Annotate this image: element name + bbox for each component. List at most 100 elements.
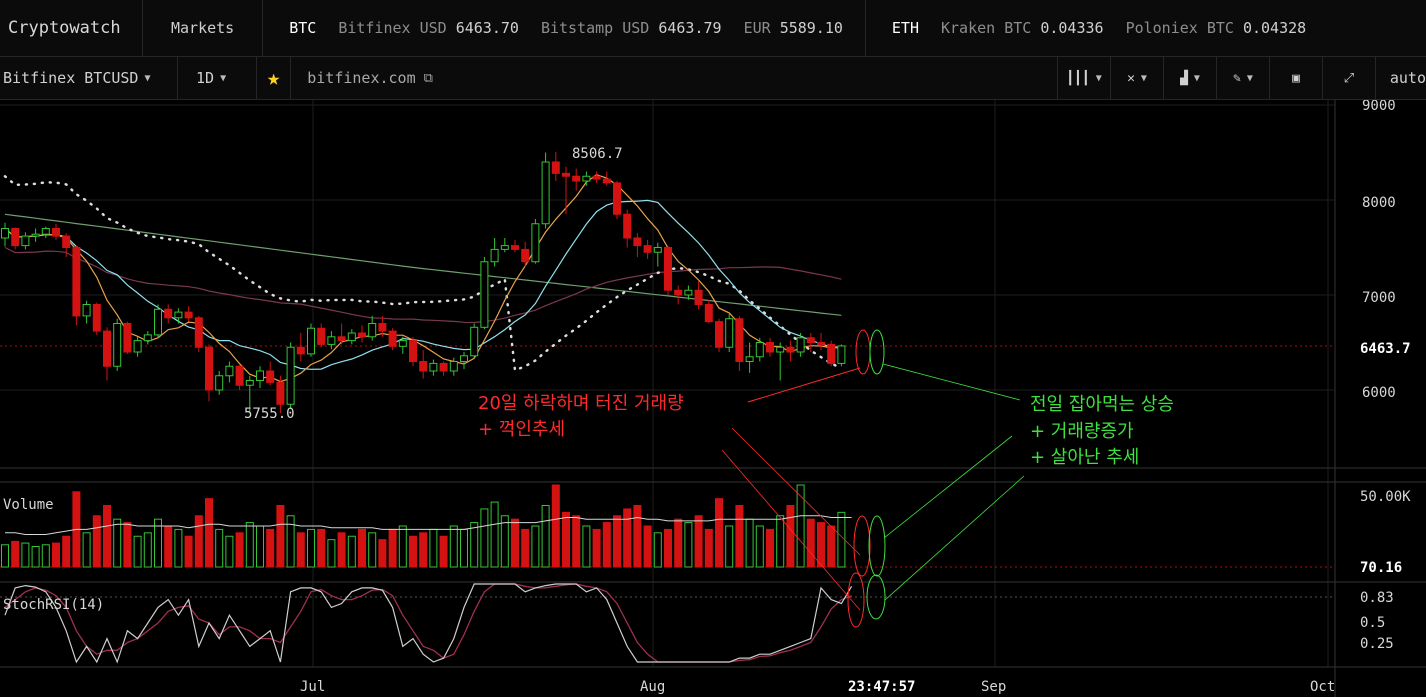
annotation-green-line3: + 살아난 추세 <box>1030 447 1139 468</box>
favorite-star-icon[interactable]: ★ <box>257 57 292 99</box>
candle-body <box>704 304 713 323</box>
chevron-down-icon: ▼ <box>1140 72 1147 84</box>
volume-bar <box>817 522 825 568</box>
annotation-red-line2: + 꺽인추세 <box>478 419 565 440</box>
candle-body <box>613 182 621 215</box>
volume-bar <box>439 535 448 568</box>
candle-body <box>562 172 570 177</box>
auto-scale-toggle[interactable]: auto <box>1375 57 1426 99</box>
exchange-link[interactable]: bitfinex.com ⧉ <box>291 57 449 99</box>
candle-body <box>21 235 30 247</box>
volume-bar <box>653 532 662 568</box>
candle-body <box>653 247 662 253</box>
candle-body <box>449 361 458 372</box>
indicators-button[interactable]: ✕ ▼ <box>1110 57 1163 99</box>
volume-bar <box>725 525 734 568</box>
volume-ma-line <box>5 515 852 535</box>
volume-bar <box>684 522 693 568</box>
volume-bar <box>174 528 183 568</box>
volume-bar <box>419 532 428 568</box>
candle-body <box>82 304 91 317</box>
candle-body <box>184 311 193 319</box>
candle-body <box>735 318 744 362</box>
volume-bar <box>103 505 111 568</box>
markets-link[interactable]: Markets <box>143 0 264 56</box>
volume-bar <box>205 498 213 568</box>
timeframe-selector[interactable]: 1D ▼ <box>178 57 257 99</box>
chevron-down-icon: ▼ <box>1095 72 1102 84</box>
price-tick-label: 6000 <box>1362 385 1396 401</box>
volume-bar <box>358 528 366 568</box>
volume-bar <box>266 528 275 568</box>
ticker-kraken-btc[interactable]: Kraken BTC 0.04336 <box>941 19 1104 37</box>
price-chart[interactable]: 9000 8000 7000 6000 6463.7 8506.7 5755.0… <box>0 100 1426 697</box>
chart-settings-button[interactable]: ▣ <box>1269 57 1322 99</box>
candle-body <box>154 308 162 336</box>
volume-bar <box>531 525 540 568</box>
candle-body <box>388 330 397 347</box>
volume-bar <box>806 518 815 568</box>
volume-bar <box>541 505 550 568</box>
candle-body <box>786 346 795 353</box>
volume-bar <box>82 532 91 568</box>
ticker-symbol-btc[interactable]: BTC <box>289 19 316 37</box>
candle-body <box>215 375 224 391</box>
brand-logo[interactable]: Cryptowatch <box>0 0 143 56</box>
candle-body <box>31 233 40 237</box>
external-link-icon: ⧉ <box>423 70 433 86</box>
candle-body <box>337 336 346 342</box>
ticker-bitfinex-usd[interactable]: Bitfinex USD 6463.70 <box>338 19 519 37</box>
time-tick-label: Oct <box>1310 679 1335 695</box>
volume-bar <box>378 539 387 568</box>
volume-bar <box>276 505 285 568</box>
low-price-label: 5755.0 <box>244 406 295 422</box>
volume-bar <box>235 532 244 568</box>
chart-toolbar: Bitfinex BTCUSD ▼ 1D ▼ ★ bitfinex.com ⧉ ┃┃┃… <box>0 57 1426 100</box>
stochrsi-d-line <box>4 583 852 663</box>
volume-bar <box>551 484 560 568</box>
pencil-icon: ✎ <box>1233 70 1241 86</box>
candle-body <box>143 334 152 342</box>
ticker-eur[interactable]: EUR 5589.10 <box>744 19 843 37</box>
ticker-bitstamp-usd[interactable]: Bitstamp USD 6463.79 <box>541 19 722 37</box>
volume-bar <box>470 522 479 568</box>
volume-bar <box>347 535 356 568</box>
chart-style-button[interactable]: ┃┃┃ ▼ <box>1057 57 1110 99</box>
candle-body <box>684 289 693 296</box>
candle-body <box>225 365 234 377</box>
volume-bar <box>449 525 458 568</box>
candle-body <box>806 337 815 343</box>
candle-body <box>205 346 213 391</box>
candle-body <box>796 337 805 353</box>
stochrsi-k-line <box>4 583 853 664</box>
volume-bar <box>766 528 774 568</box>
ticker-symbol-eth[interactable]: ETH <box>892 19 919 37</box>
candle-body <box>296 346 305 355</box>
market-selector[interactable]: Bitfinex BTCUSD ▼ <box>0 57 178 99</box>
volume-bar <box>623 508 632 568</box>
candle-body <box>194 317 203 348</box>
volume-bar <box>490 501 499 568</box>
candle-body <box>1 228 9 239</box>
drawing-tools-button[interactable]: ✎ ▼ <box>1216 57 1269 99</box>
stochrsi-pane-label: StochRSI(14) <box>3 597 104 613</box>
candle-body <box>235 365 244 386</box>
volume-bar <box>664 528 672 568</box>
volume-bar <box>613 515 621 568</box>
volume-pane-label: Volume <box>3 497 54 513</box>
annotation-red-line1: 20일 하락하며 터진 거래량 <box>478 393 684 414</box>
candle-body <box>664 247 672 291</box>
candle-body <box>72 247 81 317</box>
fullscreen-button[interactable]: ⤢ <box>1322 57 1375 99</box>
candle-body <box>92 304 101 332</box>
candle-body <box>715 321 723 348</box>
ticker-poloniex-btc[interactable]: Poloniex BTC 0.04328 <box>1126 19 1307 37</box>
chart-tools: ┃┃┃ ▼ ✕ ▼ ▟ ▼ ✎ ▼ ▣ ⤢ auto <box>1057 57 1426 99</box>
price-tick-label: 7000 <box>1362 290 1396 306</box>
candle-body <box>490 248 499 263</box>
volume-bar <box>480 508 489 568</box>
volume-bar <box>409 535 417 568</box>
volume-bar <box>184 535 193 568</box>
volume-tick-label: 50.00K <box>1360 489 1411 505</box>
overlays-button[interactable]: ▟ ▼ <box>1163 57 1216 99</box>
